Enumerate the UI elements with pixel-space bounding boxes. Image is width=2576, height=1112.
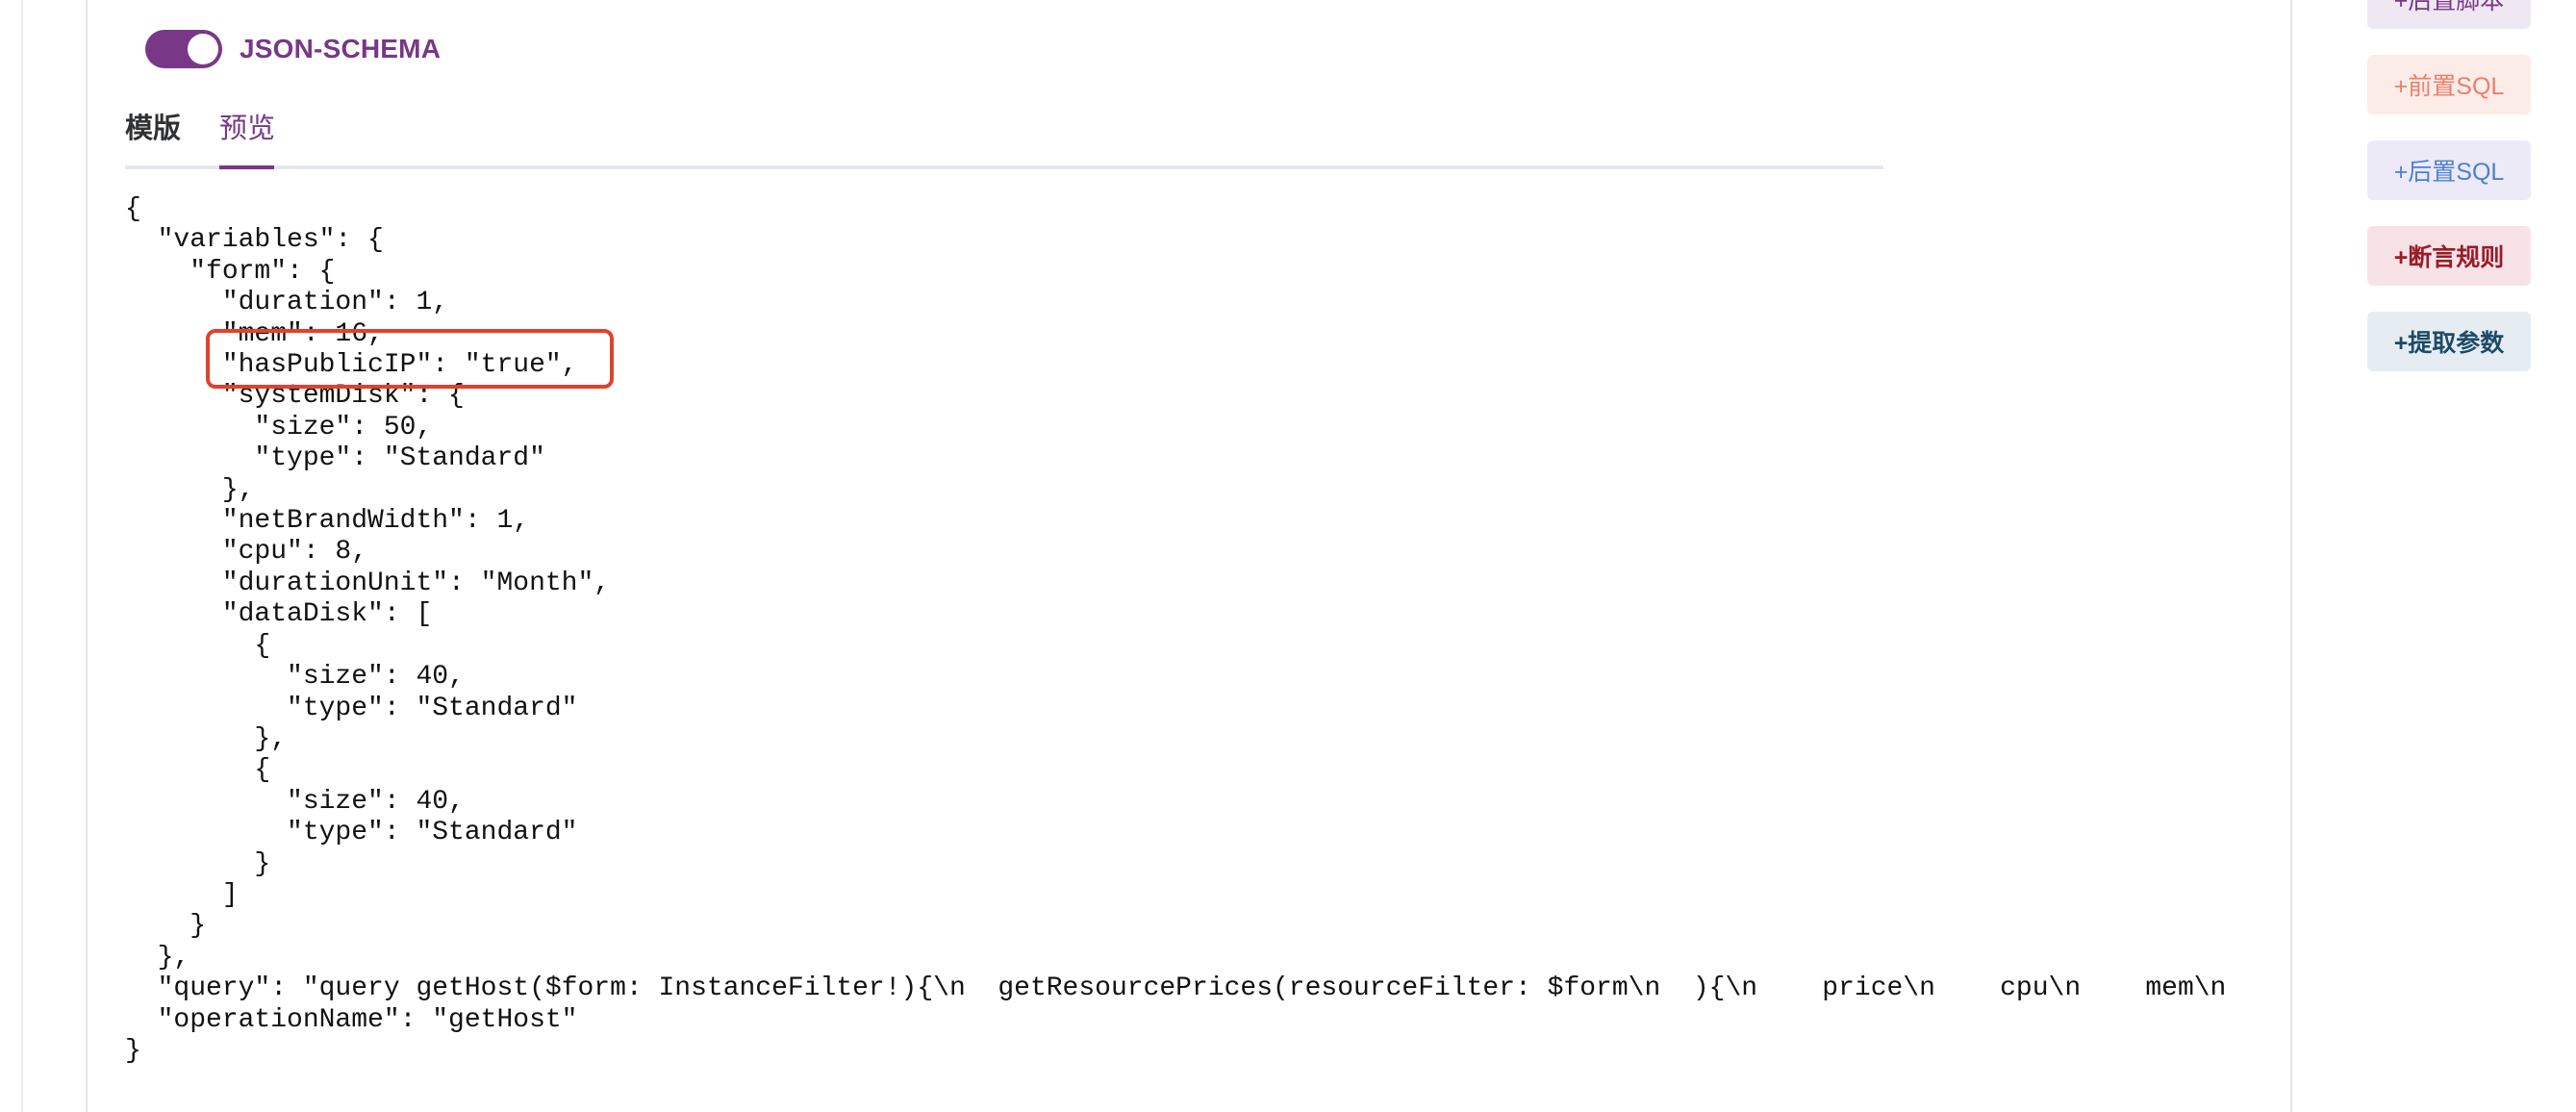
- tab-template[interactable]: 模版: [125, 110, 181, 148]
- json-schema-label: JSON-SCHEMA: [240, 34, 442, 63]
- add-extract-params-button[interactable]: +提取参数: [2367, 312, 2531, 371]
- json-schema-toggle-row: JSON-SCHEMA: [145, 29, 441, 69]
- add-pre-sql-button[interactable]: +前置SQL: [2367, 55, 2531, 114]
- page: JSON-SCHEMA 模版 预览 { "variables": { "form…: [0, 0, 2576, 1112]
- add-post-sql-button[interactable]: +后置SQL: [2367, 140, 2531, 200]
- add-assertion-button[interactable]: +断言规则: [2367, 226, 2531, 286]
- body-tabs: 模版 预览: [125, 104, 1883, 169]
- switch-knob: [188, 34, 218, 64]
- tab-preview[interactable]: 预览: [219, 110, 275, 148]
- left-divider: [21, 0, 23, 1112]
- active-tab-indicator: [219, 165, 274, 169]
- add-post-script-button[interactable]: +后置脚本: [2367, 0, 2531, 29]
- json-preview-code: { "variables": { "form": { "duration": 1…: [125, 194, 2227, 1066]
- json-schema-switch[interactable]: [145, 30, 222, 68]
